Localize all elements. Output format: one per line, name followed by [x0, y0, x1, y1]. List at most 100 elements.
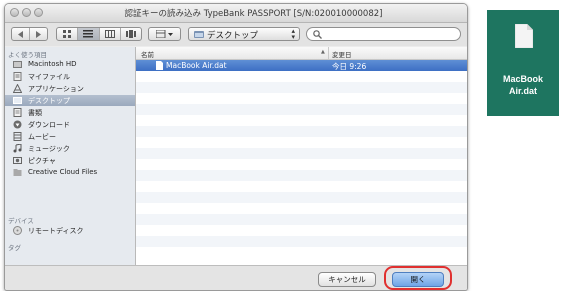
desktop-file-label-line2: Air.dat — [508, 86, 537, 96]
empty-row — [136, 93, 467, 104]
nav-buttons — [11, 27, 48, 41]
file-row[interactable]: MacBook Air.dat 今日 9:26 — [136, 60, 467, 71]
folder-icon — [13, 169, 22, 176]
coverflow-view-icon — [125, 30, 136, 38]
sidebar-item-macintosh-hd[interactable]: Macintosh HD — [5, 59, 135, 70]
forward-button[interactable] — [30, 28, 47, 40]
documents-icon — [13, 108, 22, 117]
sidebar-item-label: ピクチャ — [28, 157, 56, 165]
arrange-button[interactable] — [148, 27, 181, 41]
sidebar: よく使う項目 Macintosh HD マイファイル アプリケーション デスクト… — [5, 47, 136, 265]
sort-ascending-icon: ▲ — [321, 49, 325, 55]
sidebar-item-label: アプリケーション — [28, 85, 84, 93]
view-mode-control — [56, 27, 142, 41]
dialog-footer: キャンセル 開く — [5, 265, 467, 290]
empty-row — [136, 82, 467, 93]
location-label: デスクトップ — [207, 31, 259, 41]
empty-row — [136, 225, 467, 236]
list-view-icon — [83, 30, 94, 38]
downloads-icon — [13, 120, 22, 129]
sidebar-heading-tags: タグ — [8, 244, 21, 252]
desktop-file-icon[interactable]: MacBook Air.dat — [487, 10, 559, 116]
window-title: 認証キーの読み込み TypeBank PASSPORT [S/N:0200100… — [124, 9, 383, 19]
arrange-menu[interactable] — [149, 28, 180, 40]
sidebar-heading-favorites: よく使う項目 — [8, 51, 47, 59]
close-window-button[interactable] — [10, 8, 19, 17]
empty-row — [136, 159, 467, 170]
list-view-button[interactable] — [78, 28, 100, 40]
title-bar: 認証キーの読み込み TypeBank PASSPORT [S/N:0200100… — [5, 4, 467, 23]
cancel-button[interactable]: キャンセル — [318, 272, 376, 287]
zoom-window-button[interactable] — [34, 8, 43, 17]
sidebar-item-label: ムービー — [28, 133, 56, 141]
sidebar-item-creative-cloud-files[interactable]: Creative Cloud Files — [5, 167, 135, 178]
popup-arrows-icon: ▴ ▾ — [291, 27, 295, 41]
sidebar-item-label: Creative Cloud Files — [28, 168, 98, 176]
empty-row — [136, 181, 467, 192]
empty-row — [136, 148, 467, 159]
empty-row — [136, 137, 467, 148]
sidebar-heading-devices: デバイス — [8, 217, 34, 225]
search-icon — [313, 30, 322, 39]
desktop-folder-icon — [194, 31, 204, 38]
empty-row — [136, 236, 467, 247]
forward-arrow-icon — [35, 30, 41, 38]
column-modified-header[interactable]: 変更日 — [332, 49, 352, 59]
column-view-icon — [104, 30, 115, 38]
column-name-header[interactable]: 名前 — [141, 49, 154, 59]
applications-icon — [13, 84, 22, 93]
empty-row — [136, 170, 467, 181]
sidebar-item-label: ダウンロード — [28, 121, 70, 129]
sidebar-item-applications[interactable]: アプリケーション — [5, 83, 135, 94]
pictures-icon — [13, 157, 22, 164]
open-button[interactable]: 開く — [392, 272, 444, 287]
sidebar-item-label: デスクトップ — [28, 97, 70, 105]
desktop-file-label-line1: MacBook — [502, 74, 543, 84]
sidebar-item-music[interactable]: ミュージック — [5, 143, 135, 154]
sidebar-item-all-my-files[interactable]: マイファイル — [5, 71, 135, 82]
sidebar-item-downloads[interactable]: ダウンロード — [5, 119, 135, 130]
document-icon — [515, 24, 533, 48]
back-arrow-icon — [17, 30, 23, 38]
search-field[interactable] — [306, 27, 461, 41]
arrange-icon — [155, 30, 173, 38]
file-list: 名前 ▲ 変更日 MacBook Air.dat 今日 9:26 — [136, 47, 467, 265]
empty-row — [136, 104, 467, 115]
location-popup[interactable]: デスクトップ ▴ ▾ — [188, 27, 300, 41]
sidebar-item-label: Macintosh HD — [28, 60, 77, 68]
column-header: 名前 ▲ 変更日 — [136, 47, 467, 60]
column-divider — [328, 47, 329, 59]
column-view-button[interactable] — [100, 28, 121, 40]
back-button[interactable] — [12, 28, 30, 40]
empty-row — [136, 214, 467, 225]
all-my-files-icon — [13, 72, 22, 81]
sidebar-item-label: 書類 — [28, 109, 42, 117]
sidebar-item-pictures[interactable]: ピクチャ — [5, 155, 135, 166]
sidebar-item-remote-disc[interactable]: リモートディスク — [5, 225, 135, 236]
minimize-window-button[interactable] — [22, 8, 31, 17]
empty-row — [136, 247, 467, 258]
empty-row — [136, 115, 467, 126]
document-icon — [156, 61, 163, 70]
sidebar-item-label: マイファイル — [28, 73, 70, 81]
coverflow-view-button[interactable] — [121, 28, 141, 40]
file-name: MacBook Air.dat — [166, 61, 227, 70]
toolbar: デスクトップ ▴ ▾ — [5, 23, 467, 46]
movies-icon — [13, 132, 22, 141]
icon-view-button[interactable] — [57, 28, 79, 40]
hard-drive-icon — [13, 61, 22, 68]
empty-row — [136, 71, 467, 82]
sidebar-item-label: リモートディスク — [28, 227, 84, 235]
sidebar-item-desktop[interactable]: デスクトップ — [5, 95, 135, 106]
empty-row — [136, 203, 467, 214]
sidebar-item-label: ミュージック — [28, 145, 70, 153]
empty-row — [136, 192, 467, 203]
desktop-file-label: MacBook Air.dat — [487, 73, 559, 97]
music-icon — [13, 144, 22, 153]
sidebar-item-movies[interactable]: ムービー — [5, 131, 135, 142]
remote-disc-icon — [13, 226, 22, 235]
sidebar-item-documents[interactable]: 書類 — [5, 107, 135, 118]
open-file-dialog: 認証キーの読み込み TypeBank PASSPORT [S/N:0200100… — [4, 3, 468, 291]
empty-row — [136, 126, 467, 137]
desktop-icon — [13, 97, 22, 104]
